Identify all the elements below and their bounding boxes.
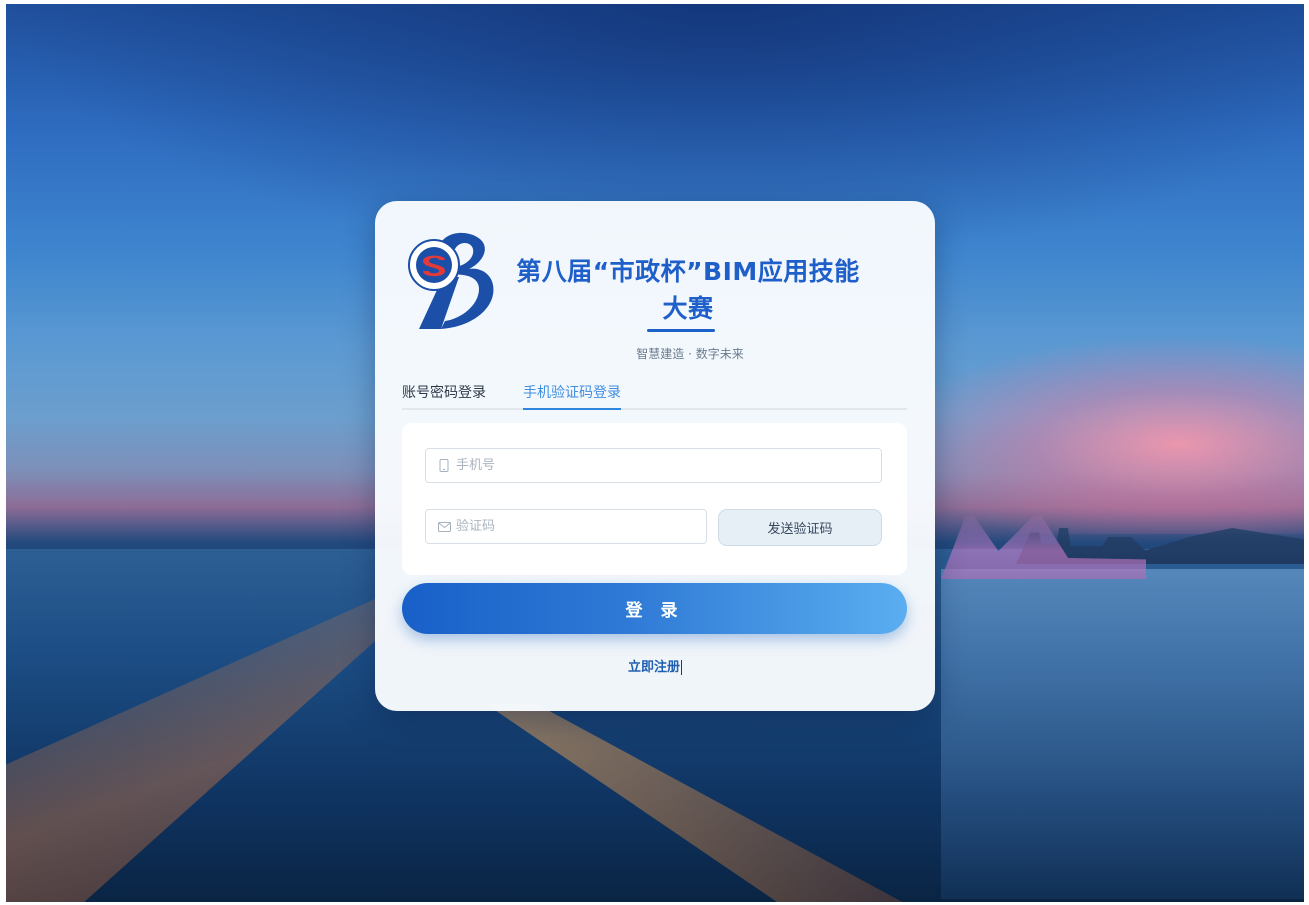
sea-reflection [941,569,1304,899]
tab-sms-code[interactable]: 手机验证码登录 [523,382,621,411]
login-button[interactable]: 登 录 [402,583,907,634]
envelope-icon [436,519,452,535]
competition-logo-icon [403,227,499,331]
code-input[interactable] [456,519,699,534]
phone-input[interactable] [456,458,857,473]
register-link[interactable]: 立即注册 [375,656,935,675]
send-code-button[interactable]: 发送验证码 [718,509,882,546]
login-card: 第八届“市政杯”BIM应用技能 大赛 智慧建造 · 数字未来 账号密码登录 手机… [375,201,935,711]
login-form: 发送验证码 [402,423,907,575]
active-tab-indicator [523,408,621,410]
text-caret [681,660,682,675]
tab-account-password[interactable]: 账号密码登录 [402,382,486,411]
code-field[interactable] [425,509,707,544]
mobile-phone-icon [436,458,452,474]
register-label: 立即注册 [627,660,680,675]
phone-field[interactable] [425,448,882,483]
title-line-2: 大赛 [662,294,714,323]
page-subtitle: 智慧建造 · 数字未来 [636,347,744,361]
title-line-1: 第八届“市政杯”BIM应用技能 [516,257,860,286]
page-title: 第八届“市政杯”BIM应用技能 大赛 [503,253,873,327]
title-underline [647,329,715,332]
login-tabs: 账号密码登录 手机验证码登录 [402,379,907,410]
sunset-glow [884,334,1304,534]
